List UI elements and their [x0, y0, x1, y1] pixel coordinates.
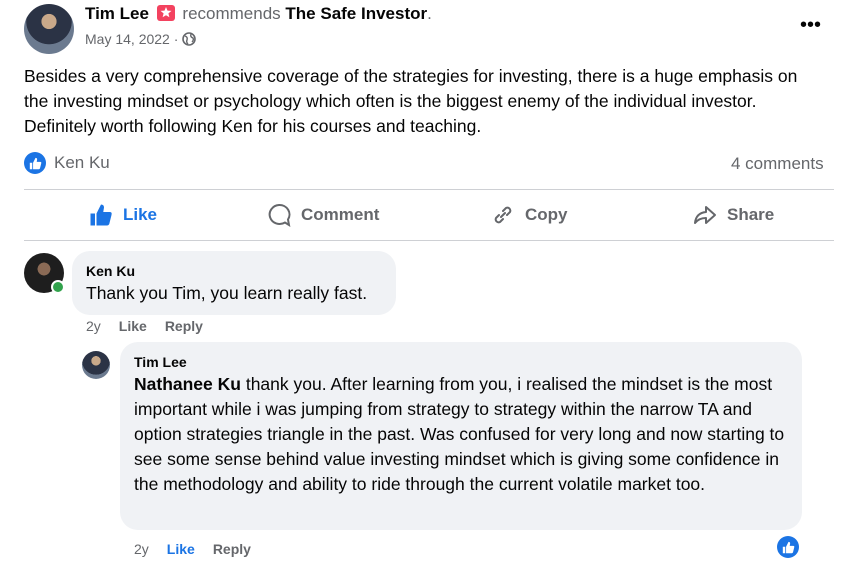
- comment-text: Thank you Tim, you learn really fast.: [86, 283, 368, 303]
- comment-icon: [266, 203, 292, 227]
- reply-author[interactable]: Tim Lee: [134, 354, 187, 370]
- page-name-link[interactable]: The Safe Investor: [285, 4, 427, 23]
- copy-button[interactable]: Copy: [490, 200, 568, 230]
- share-button[interactable]: Share: [692, 200, 774, 230]
- comment-like-link[interactable]: Like: [119, 318, 147, 334]
- like-button[interactable]: Like: [88, 200, 157, 230]
- comment-label: Comment: [301, 205, 380, 224]
- copy-label: Copy: [525, 205, 568, 224]
- period: .: [427, 4, 432, 23]
- share-icon: [692, 203, 718, 227]
- like-reaction-icon: [24, 152, 46, 174]
- meta-separator: ·: [173, 31, 179, 47]
- like-label: Like: [123, 205, 158, 224]
- comment-button[interactable]: Comment: [266, 200, 379, 230]
- post-meta: May 14, 2022 ·: [85, 31, 197, 49]
- divider-top: [24, 189, 834, 190]
- share-label: Share: [727, 205, 775, 224]
- post-body: Besides a very comprehensive coverage of…: [24, 66, 798, 136]
- comments-count-link[interactable]: 4 comments: [731, 154, 824, 174]
- reply-meta: 2y Like Reply: [134, 541, 251, 557]
- reply-text-block: Nathanee Ku thank you. After learning fr…: [134, 372, 788, 497]
- reaction-summary[interactable]: Ken Ku: [24, 152, 110, 174]
- comment-author[interactable]: Ken Ku: [86, 263, 135, 279]
- online-status-dot: [51, 280, 65, 294]
- thumbs-up-icon: [88, 203, 114, 227]
- comment-reply-link[interactable]: Reply: [165, 318, 203, 334]
- author-name[interactable]: Tim Lee: [85, 4, 149, 23]
- author-avatar[interactable]: [24, 4, 74, 54]
- more-options-icon[interactable]: •••: [800, 14, 821, 37]
- reply-bubble: Tim Lee Nathanee Ku thank you. After lea…: [120, 342, 802, 530]
- reply-reply-link[interactable]: Reply: [213, 541, 251, 557]
- post-header-line: Tim Lee recommends The Safe Investor.: [85, 4, 432, 24]
- comment-time[interactable]: 2y: [86, 318, 101, 334]
- comment-bubble: Ken Ku Thank you Tim, you learn really f…: [72, 251, 396, 315]
- globe-icon: [182, 32, 197, 49]
- recommend-badge-icon: [156, 5, 175, 21]
- reply-time[interactable]: 2y: [134, 541, 149, 557]
- post-date[interactable]: May 14, 2022: [85, 31, 170, 47]
- link-icon: [490, 203, 516, 227]
- reply-like-reaction-icon[interactable]: [777, 536, 799, 558]
- divider-bottom: [24, 240, 834, 241]
- reply-author-avatar[interactable]: [82, 351, 110, 379]
- recommends-text: recommends: [182, 4, 281, 23]
- reply-like-link[interactable]: Like: [167, 541, 195, 557]
- comment-meta: 2y Like Reply: [86, 318, 203, 334]
- mention-link[interactable]: Nathanee Ku: [134, 374, 241, 394]
- reaction-name: Ken Ku: [54, 153, 110, 172]
